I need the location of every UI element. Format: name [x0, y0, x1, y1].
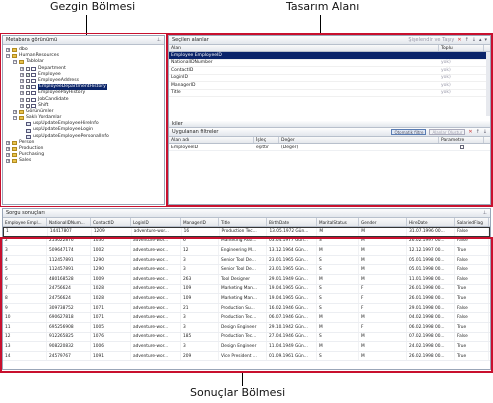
- results-grid-header: Employee Empl... NationalIDNum... ContactI…: [3, 218, 490, 227]
- results-cell[interactable]: M: [317, 228, 360, 236]
- results-cell[interactable]: adventure-wor...: [132, 228, 182, 236]
- results-cell[interactable]: 1209: [92, 228, 132, 236]
- navigation-pane-callout: Gezgin Bölmesi: [50, 0, 136, 13]
- design-area-callout: Tasarım Alanı: [286, 0, 360, 13]
- results-column-header[interactable]: HireDate: [407, 218, 455, 226]
- results-column-header[interactable]: LoginID: [131, 218, 181, 226]
- results-title: Sorgu sonuçları: [6, 210, 45, 216]
- results-column-header[interactable]: NationalIDNum...: [47, 218, 91, 226]
- results-cell[interactable]: 1: [4, 228, 48, 236]
- results-callout-line: [242, 372, 243, 386]
- results-column-header[interactable]: Title: [219, 218, 267, 226]
- results-cell[interactable]: 13.05.1972 Gün...: [267, 228, 318, 236]
- results-row[interactable]: 1 14417807 1209 adventure-wor... 16 Productio…: [3, 227, 490, 237]
- design-area-highlight: [166, 33, 493, 207]
- results-cell[interactable]: 31.07.1996 00...: [407, 228, 456, 236]
- results-pin-icon[interactable]: ⊥: [483, 210, 487, 216]
- results-column-header[interactable]: MaritalStatus: [317, 218, 359, 226]
- results-cell[interactable]: Production Tec...: [220, 228, 268, 236]
- results-header: Sorgu sonuçları ⊥: [3, 209, 490, 218]
- navigation-callout-line: [86, 15, 87, 35]
- design-callout-line: [320, 15, 321, 34]
- results-column-header[interactable]: ManagerID: [181, 218, 219, 226]
- results-pane-callout: Sonuçlar Bölmesi: [190, 386, 286, 399]
- results-cell[interactable]: False: [455, 228, 489, 236]
- results-cell[interactable]: 16: [182, 228, 220, 236]
- results-column-header[interactable]: BirthDate: [267, 218, 317, 226]
- results-column-header[interactable]: SalariedFlag: [455, 218, 489, 226]
- results-column-header[interactable]: ContactID: [91, 218, 131, 226]
- results-column-header[interactable]: Employee Empl...: [3, 218, 47, 226]
- results-cell[interactable]: 14417807: [48, 228, 92, 236]
- navigation-pane-highlight: [0, 33, 167, 207]
- results-pane-highlight: [0, 237, 493, 373]
- results-column-header[interactable]: Gender: [359, 218, 407, 226]
- results-cell[interactable]: M: [359, 228, 408, 236]
